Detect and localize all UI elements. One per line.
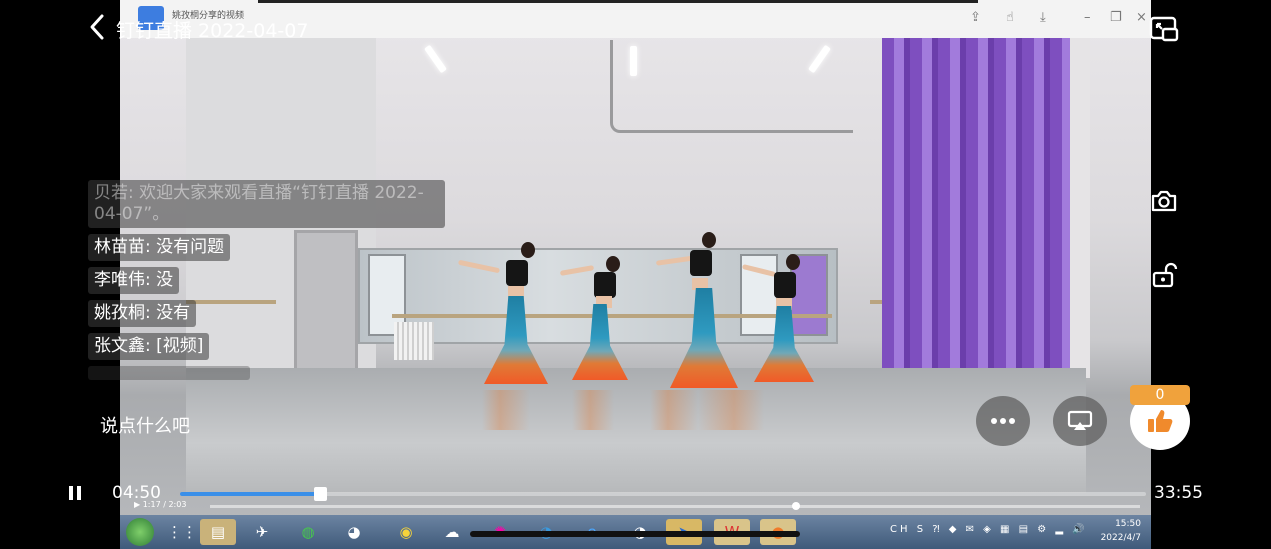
comment-list: 贝若: 欢迎大家来观看直播“钉钉直播 2022-04-07”。 林苗苗: 没有问… — [88, 180, 468, 390]
ceiling-light — [424, 44, 447, 74]
comment-partial — [88, 366, 250, 380]
floor-reflection — [482, 390, 782, 430]
clock: 15:50 2022/4/7 — [1100, 519, 1141, 543]
camera-icon — [1151, 190, 1177, 212]
comment: 李唯伟: 没 — [88, 267, 180, 294]
more-icon — [991, 418, 1015, 424]
lock-button[interactable] — [1149, 260, 1179, 290]
comment: 林苗苗: 没有问题 — [88, 234, 231, 261]
restore-icon: ❐ — [1110, 10, 1122, 25]
pipe — [610, 40, 853, 133]
progress-fill — [180, 492, 321, 496]
total-time: 33:55 — [1154, 483, 1203, 503]
start-icon — [126, 518, 154, 546]
wechat-icon: ◍ — [301, 523, 315, 541]
back-icon — [90, 14, 104, 40]
unlock-icon — [1152, 262, 1178, 288]
apps-grid-icon: ⋮⋮ — [167, 523, 197, 541]
download-icon: ⤓ — [1040, 10, 1046, 25]
pause-icon — [69, 486, 73, 500]
screenshot-button[interactable] — [1149, 186, 1179, 216]
wall — [1070, 38, 1090, 378]
more-button[interactable] — [976, 396, 1030, 446]
inner-progress-track — [210, 502, 1140, 510]
folder-icon: ▤ — [200, 519, 236, 545]
cast-button[interactable] — [1053, 396, 1107, 446]
cloud-icon: ☁ — [444, 523, 460, 541]
cast-icon — [1067, 410, 1093, 430]
comment: 张文鑫: [视频] — [88, 333, 210, 360]
thumbs-up-icon — [1148, 410, 1173, 432]
share-icon: ⇪ — [970, 10, 981, 25]
picture-in-picture-icon — [1149, 16, 1179, 42]
purple-curtain — [882, 38, 1070, 378]
qq-icon: ◕ — [347, 523, 361, 541]
current-time: 04:50 — [112, 483, 161, 503]
comment-input[interactable]: 说点什么吧 — [100, 412, 190, 438]
minimize-icon: – — [1084, 10, 1091, 25]
hand-icon: ☝ — [1006, 10, 1014, 25]
page-title: 钉钉直播 2022-04-07 — [116, 20, 309, 42]
close-icon: × — [1136, 10, 1147, 25]
pause-button[interactable] — [66, 484, 86, 504]
progress-thumb[interactable] — [314, 487, 328, 501]
send-icon: ✈ — [255, 523, 269, 541]
comment: 贝若: 欢迎大家来观看直播“钉钉直播 2022-04-07”。 — [88, 180, 445, 228]
like-count: 0 — [1130, 385, 1190, 405]
comment: 姚孜桐: 没有 — [88, 300, 197, 327]
app-icon: ◉ — [399, 523, 413, 541]
overlay-scrollbar — [470, 531, 800, 537]
back-button[interactable] — [88, 12, 106, 48]
inner-progress-dot — [791, 502, 800, 510]
system-tray: CH S ⁈ ◆ ✉ ◈ ▦ ▤ ⚙ ▂ 🔊 — [890, 524, 1088, 535]
pip-button[interactable] — [1149, 14, 1179, 44]
